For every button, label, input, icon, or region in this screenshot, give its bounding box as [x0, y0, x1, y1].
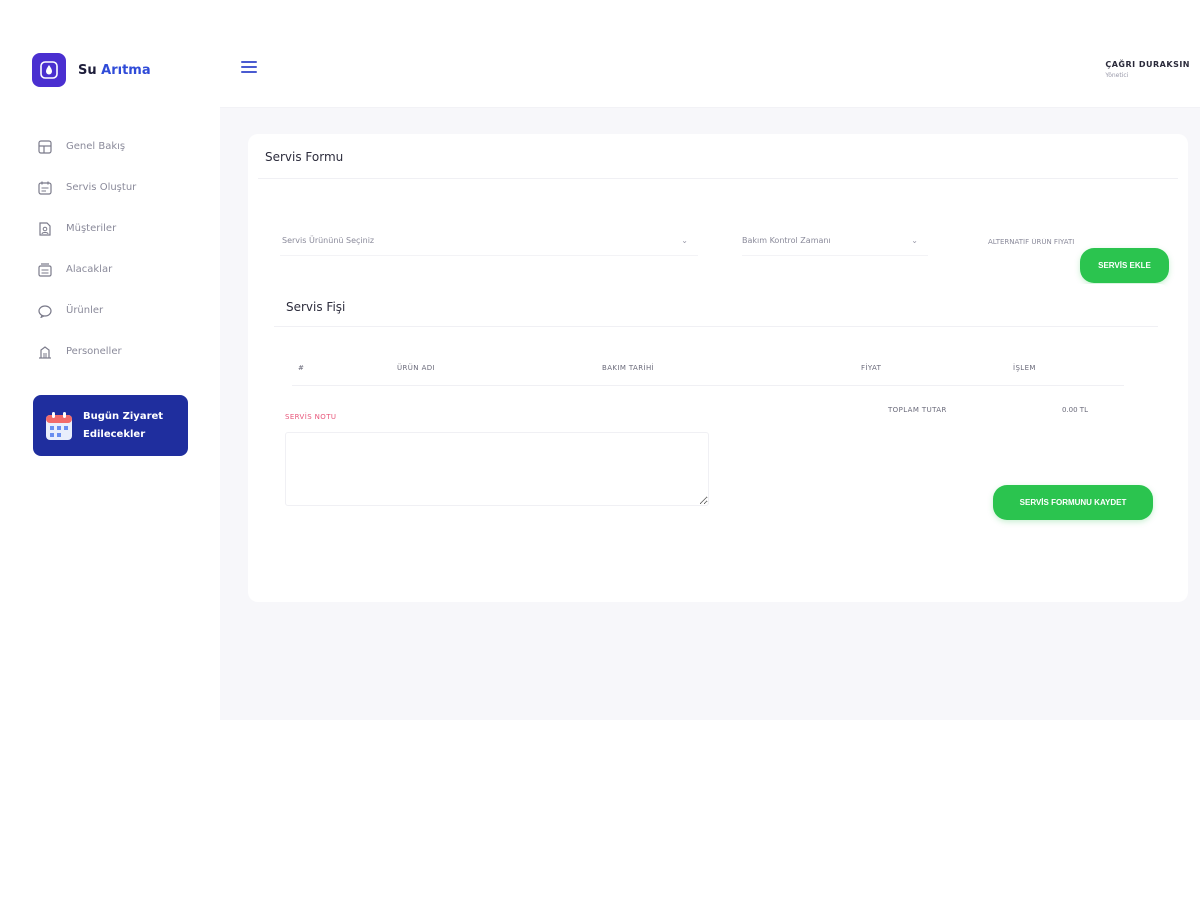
service-form-card: Servis Formu Servis Ürününü Seçiniz ⌄ Ba… — [248, 134, 1188, 602]
sidebar-item-label: Genel Bakış — [66, 141, 126, 152]
page-title: Servis Formu — [265, 150, 344, 164]
user-role: Yönetici — [1105, 72, 1129, 79]
chevron-down-icon: ⌄ — [681, 236, 688, 245]
column-header-action: İŞLEM — [1013, 364, 1036, 372]
sidebar-item-label: Alacaklar — [66, 264, 113, 275]
sidebar-item-receivables[interactable]: Alacaklar — [36, 249, 136, 290]
chevron-down-icon: ⌄ — [911, 236, 918, 245]
column-header-price: FİYAT — [861, 364, 882, 372]
staff-icon — [36, 343, 54, 361]
calendar-icon — [45, 411, 73, 441]
sidebar-nav: Genel Bakış Servis Oluştur Müşteriler Al… — [36, 126, 136, 372]
column-header-number: # — [298, 364, 305, 372]
save-service-form-button[interactable]: SERVİS FORMUNU KAYDET — [993, 485, 1153, 520]
divider — [274, 326, 1158, 327]
main-content: Servis Formu Servis Ürününü Seçiniz ⌄ Ba… — [220, 108, 1200, 720]
column-header-product-name: ÜRÜN ADI — [397, 364, 436, 372]
service-note-textarea[interactable] — [285, 432, 709, 506]
total-amount-label: TOPLAM TUTAR — [888, 406, 947, 414]
receipt-title: Servis Fişi — [286, 300, 346, 314]
sidebar-item-customers[interactable]: Müşteriler — [36, 208, 136, 249]
todays-visits-card[interactable]: Bugün Ziyaret Edilecekler — [33, 395, 188, 456]
products-icon — [36, 302, 54, 320]
service-note-label: SERVİS NOTU — [285, 413, 337, 421]
user-info[interactable]: ÇAĞRI DURAKSIN Yönetici — [1105, 60, 1190, 79]
sidebar-item-label: Personeller — [66, 346, 122, 357]
brand-logo[interactable]: Su Arıtma — [32, 53, 151, 87]
calendar-icon — [36, 179, 54, 197]
brand-name: Su Arıtma — [78, 62, 151, 78]
service-product-select[interactable]: Servis Ürününü Seçiniz ⌄ — [280, 226, 698, 256]
receivables-icon — [36, 261, 54, 279]
column-header-maintenance-date: BAKIM TARİHİ — [602, 364, 655, 372]
todays-visits-label: Bugün Ziyaret Edilecekler — [83, 410, 164, 440]
hamburger-menu-icon[interactable] — [241, 61, 257, 75]
dashboard-icon — [36, 138, 54, 156]
sidebar-item-products[interactable]: Ürünler — [36, 290, 136, 331]
sidebar-item-staff[interactable]: Personeller — [36, 331, 136, 372]
user-name: ÇAĞRI DURAKSIN — [1105, 60, 1190, 69]
sidebar-item-label: Servis Oluştur — [66, 182, 137, 193]
service-receipt-panel: Servis Fişi # ÜRÜN ADI BAKIM TARİHİ FİYA… — [264, 284, 1168, 564]
sidebar-item-create-service[interactable]: Servis Oluştur — [36, 167, 136, 208]
sidebar: Su Arıtma Genel Bakış Servis Oluştur Müş… — [0, 0, 220, 720]
water-drop-logo-icon — [32, 53, 66, 87]
sidebar-item-label: Müşteriler — [66, 223, 117, 234]
topbar: ÇAĞRI DURAKSIN Yönetici — [220, 0, 1200, 108]
customers-icon — [36, 220, 54, 238]
sidebar-item-overview[interactable]: Genel Bakış — [36, 126, 136, 167]
divider — [258, 178, 1178, 179]
total-amount-value: 0.00 TL — [1062, 406, 1088, 414]
add-service-button[interactable]: SERVİS EKLE — [1080, 248, 1169, 283]
maintenance-time-select[interactable]: Bakım Kontrol Zamanı ⌄ — [742, 226, 928, 256]
sidebar-item-label: Ürünler — [66, 305, 104, 316]
receipt-table-header: # ÜRÜN ADI BAKIM TARİHİ FİYAT İŞLEM — [292, 354, 1124, 386]
